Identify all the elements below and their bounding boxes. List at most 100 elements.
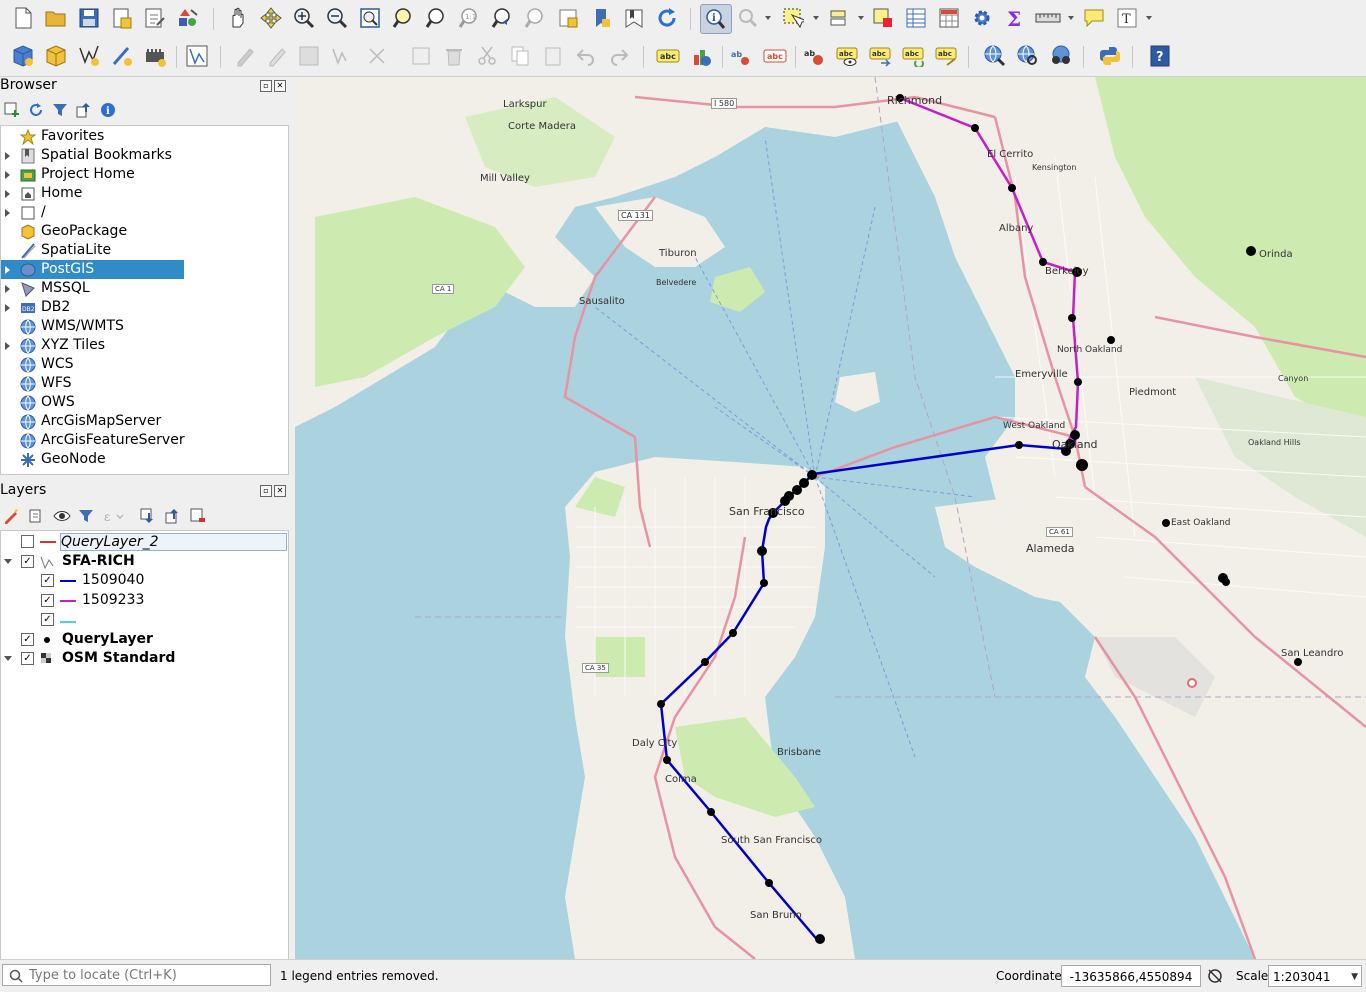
select-by-value-icon[interactable] xyxy=(824,4,854,32)
attribute-table-icon[interactable] xyxy=(901,4,931,32)
zoom-out-icon[interactable] xyxy=(322,4,352,32)
new-spatialite-layer-icon[interactable] xyxy=(107,42,137,70)
coordinate-field[interactable]: -13635866,4550894 xyxy=(1061,965,1201,987)
browser-item[interactable]: DB2 DB2 xyxy=(1,298,184,317)
layer-item[interactable]: ✓ OSM Standard xyxy=(1,649,286,668)
new-print-layout-icon[interactable] xyxy=(107,4,137,32)
layer-visibility-checkbox[interactable]: ✓ xyxy=(21,652,34,665)
layer-visibility-checkbox[interactable]: ✓ xyxy=(41,593,54,607)
chevron-down-icon[interactable]: ▼ xyxy=(1351,966,1358,988)
info-icon[interactable]: i xyxy=(100,102,116,122)
layer-styling-icon[interactable] xyxy=(3,508,19,528)
paste-features-icon[interactable] xyxy=(538,42,568,70)
layer-item[interactable]: QueryLayer_2 xyxy=(1,532,287,551)
add-selected-layers-icon[interactable] xyxy=(4,102,20,122)
expand-arrow-icon[interactable] xyxy=(5,285,10,293)
show-hide-labels-icon[interactable]: abc xyxy=(760,42,790,70)
layer-item[interactable]: ✓ 1509233 xyxy=(1,591,286,610)
collapse-all-layers-icon[interactable] xyxy=(165,508,181,528)
layer-item[interactable]: ✓ SFA-RICH xyxy=(1,552,286,571)
new-geopackage-layer-icon[interactable] xyxy=(41,42,71,70)
refresh-browser-icon[interactable] xyxy=(28,102,44,122)
browser-item[interactable]: WCS xyxy=(1,355,184,374)
field-calculator-icon[interactable] xyxy=(934,4,964,32)
browser-item[interactable]: WFS xyxy=(1,374,184,393)
browser-item[interactable]: ArcGisFeatureServer xyxy=(1,431,185,450)
pan-icon[interactable] xyxy=(223,4,253,32)
digitize-icon[interactable] xyxy=(182,42,212,70)
scale-combo[interactable]: 1:203041 ▼ xyxy=(1268,965,1362,987)
expand-arrow-icon[interactable] xyxy=(5,342,10,350)
expand-arrow-icon[interactable] xyxy=(5,171,10,179)
layer-visibility-checkbox[interactable] xyxy=(21,535,34,548)
browser-item[interactable]: / xyxy=(1,203,184,222)
layer-visibility-checkbox[interactable]: ✓ xyxy=(21,632,34,646)
wms-icon[interactable] xyxy=(980,42,1010,70)
expand-arrow-icon[interactable] xyxy=(5,266,10,274)
expand-arrow-icon[interactable] xyxy=(5,209,10,217)
label-props-icon[interactable]: abc xyxy=(899,42,929,70)
python-console-icon[interactable] xyxy=(1095,42,1125,70)
new-shapefile-layer-icon[interactable] xyxy=(74,42,104,70)
filter-browser-icon[interactable] xyxy=(52,102,68,122)
layer-item[interactable]: ✓ QueryLayer xyxy=(1,630,286,649)
float-panel-icon[interactable]: ▫ xyxy=(260,485,272,497)
save-edits-icon[interactable] xyxy=(294,42,324,70)
data-source-manager-icon[interactable] xyxy=(8,42,38,70)
select-features-icon[interactable] xyxy=(778,4,808,32)
new-map-view-icon[interactable] xyxy=(553,4,583,32)
browser-item[interactable]: Home xyxy=(1,184,184,203)
pin-label-icon[interactable]: ab xyxy=(727,42,757,70)
add-group-icon[interactable] xyxy=(28,508,44,528)
metasearch-icon[interactable]: abc xyxy=(932,42,962,70)
expand-arrow-icon[interactable] xyxy=(5,152,10,160)
new-project-icon[interactable] xyxy=(8,4,38,32)
rotate-label-icon[interactable]: abc xyxy=(833,42,863,70)
layer-visibility-checkbox[interactable]: ✓ xyxy=(41,574,54,587)
close-panel-icon[interactable]: ✕ xyxy=(274,485,286,497)
browser-item[interactable]: Favorites xyxy=(1,127,184,146)
browser-item[interactable]: GeoNode xyxy=(1,450,184,469)
toggle-editing-icon[interactable] xyxy=(262,42,292,70)
map-tips-icon[interactable] xyxy=(733,4,763,32)
show-bookmarks-icon[interactable] xyxy=(619,4,649,32)
new-bookmark-icon[interactable] xyxy=(586,4,616,32)
zoom-native-icon[interactable]: 1:1 xyxy=(454,4,484,32)
text-annotation-icon[interactable]: T xyxy=(1112,4,1142,32)
browser-item[interactable]: Project Home xyxy=(1,165,184,184)
diagram-icon[interactable] xyxy=(686,42,716,70)
coordinate-capture-icon[interactable] xyxy=(1013,42,1043,70)
manage-map-themes-icon[interactable] xyxy=(53,508,71,528)
open-project-icon[interactable] xyxy=(41,4,71,32)
layer-visibility-checkbox[interactable]: ✓ xyxy=(41,613,54,626)
toggle-extents-icon[interactable] xyxy=(1206,967,1224,989)
add-feature-icon[interactable] xyxy=(326,42,356,70)
cut-features-icon[interactable] xyxy=(472,42,502,70)
zoom-next-icon[interactable] xyxy=(520,4,550,32)
pan-to-selection-icon[interactable] xyxy=(256,4,286,32)
browser-item[interactable]: Spatial Bookmarks xyxy=(1,146,184,165)
map-canvas[interactable]: Richmond El Cerrito Kensington Albany Be… xyxy=(295,77,1366,959)
layer-visibility-checkbox[interactable]: ✓ xyxy=(21,554,34,568)
browser-item[interactable]: SpatiaLite xyxy=(1,241,184,260)
zoom-to-selection-icon[interactable] xyxy=(388,4,418,32)
browser-item[interactable]: WMS/WMTS xyxy=(1,317,184,336)
filter-legend-icon[interactable] xyxy=(78,508,94,528)
move-label-icon[interactable]: ab xyxy=(800,42,830,70)
browser-item[interactable]: PostGIS xyxy=(1,260,184,279)
annotation-icon[interactable] xyxy=(1079,4,1109,32)
help-icon[interactable]: ? xyxy=(1145,42,1175,70)
redo-icon[interactable] xyxy=(604,42,634,70)
processing-toolbox-icon[interactable] xyxy=(967,4,997,32)
zoom-in-icon[interactable] xyxy=(289,4,319,32)
python-plugin-icon[interactable] xyxy=(1046,42,1076,70)
expand-arrow-icon[interactable] xyxy=(5,304,10,312)
label-tool-icon[interactable]: abc xyxy=(653,42,683,70)
zoom-to-layer-icon[interactable] xyxy=(421,4,451,32)
browser-item[interactable]: ArcGisMapServer xyxy=(1,412,184,431)
vertex-tool-icon[interactable] xyxy=(362,42,392,70)
copy-features-icon[interactable] xyxy=(505,42,535,70)
browser-item[interactable]: XYZ Tiles xyxy=(1,336,184,355)
change-label-icon[interactable]: abc xyxy=(866,42,896,70)
collapse-arrow-icon[interactable] xyxy=(4,656,12,661)
